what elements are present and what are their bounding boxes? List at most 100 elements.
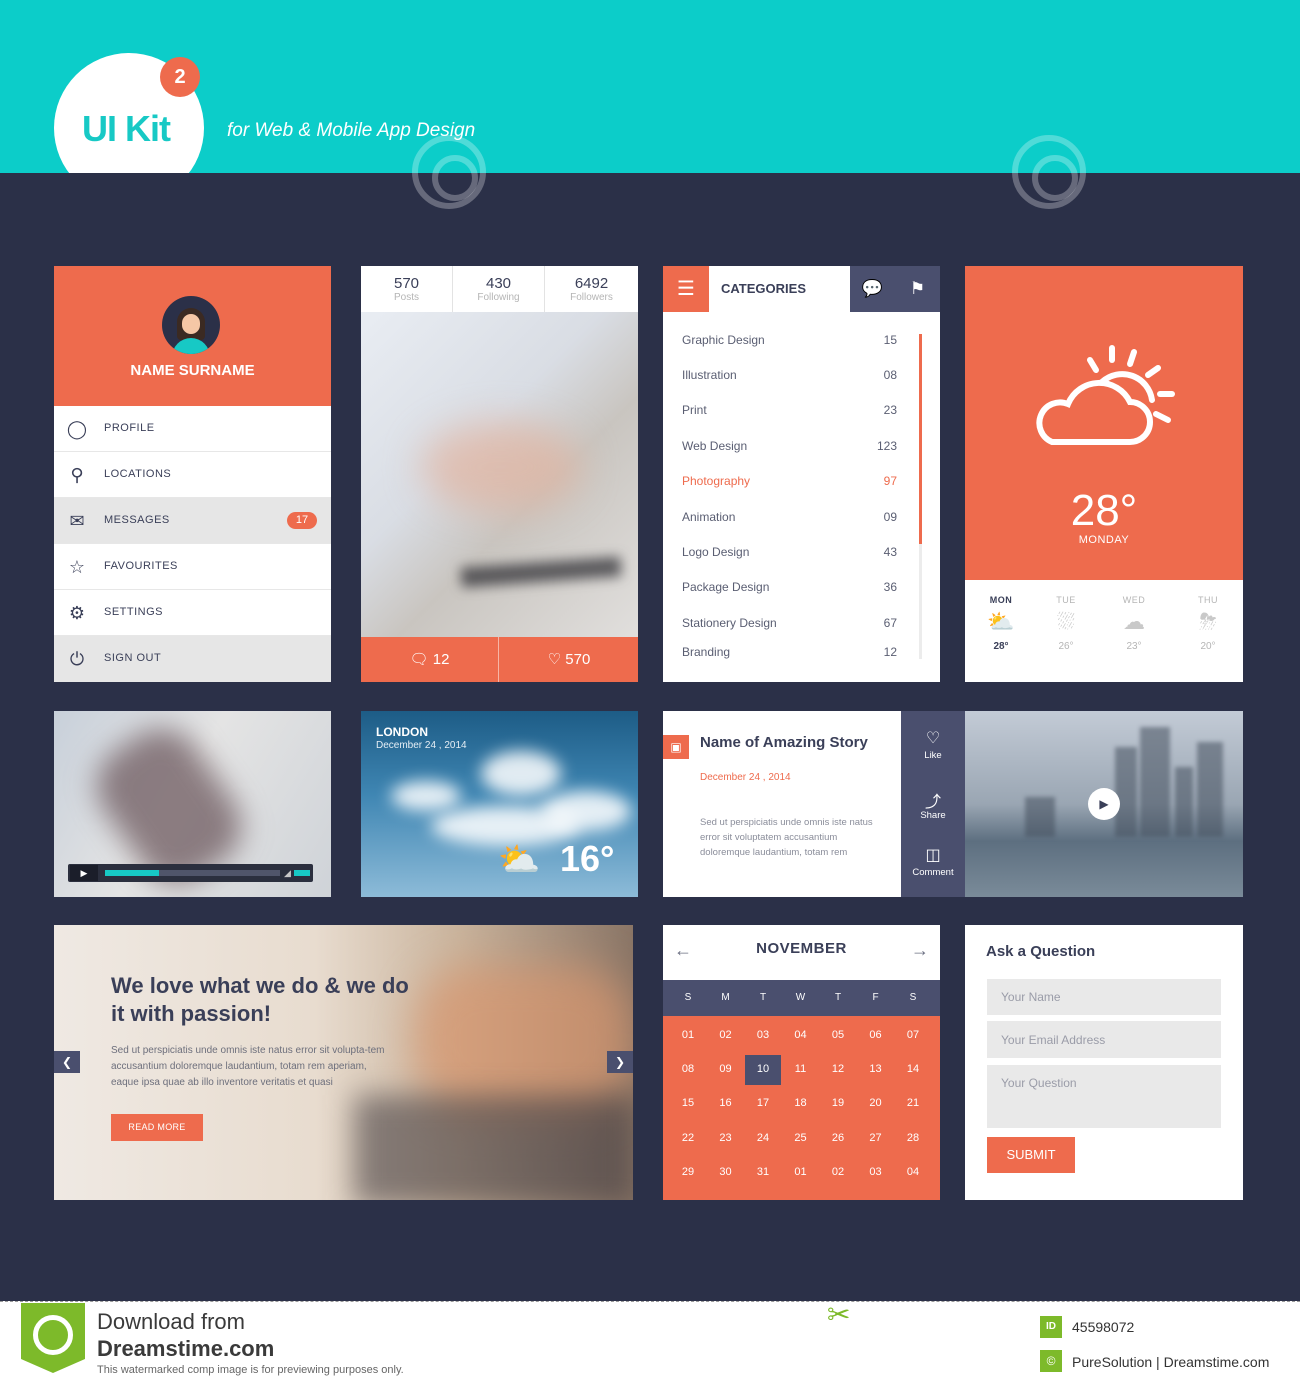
chevron-left-icon[interactable]: ❮ <box>54 1051 80 1073</box>
category-item[interactable]: Web Design 123 <box>682 439 897 459</box>
calendar-day[interactable]: 29 <box>673 1166 703 1178</box>
comments-button[interactable]: 🗨 12 <box>361 637 499 682</box>
calendar-day[interactable]: 26 <box>823 1132 853 1144</box>
calendar-day[interactable]: 31 <box>748 1166 778 1178</box>
calendar-day[interactable]: 11 <box>786 1063 816 1075</box>
list-icon[interactable]: ☰ <box>663 266 709 312</box>
category-item[interactable]: Animation 09 <box>682 510 897 530</box>
post-photo[interactable] <box>361 312 638 637</box>
like-button[interactable]: ♡ Like <box>901 728 965 761</box>
calendar-day[interactable]: 01 <box>786 1166 816 1178</box>
category-count: 67 <box>883 616 897 630</box>
calendar-day[interactable]: 25 <box>786 1132 816 1144</box>
category-item[interactable]: Package Design 36 <box>682 580 897 600</box>
calendar-day[interactable]: 24 <box>748 1132 778 1144</box>
play-button[interactable]: ▶ <box>70 865 98 881</box>
menu-item-profile[interactable]: ◯ PROFILE <box>54 406 331 452</box>
story-title[interactable]: Name of Amazing Story <box>700 733 880 752</box>
calendar-day[interactable]: 23 <box>711 1132 741 1144</box>
share-button[interactable]: ⤴ Share <box>901 788 965 821</box>
email-field[interactable] <box>987 1021 1221 1058</box>
power-icon: ⏻ <box>69 649 85 669</box>
scrollbar-thumb[interactable] <box>919 334 922 544</box>
menu-item-locations[interactable]: ⚲ LOCATIONS <box>54 452 331 498</box>
chat-icon[interactable]: 💬 <box>850 266 895 312</box>
stat-value: 570 <box>393 275 420 292</box>
story-date: December 24 , 2014 <box>700 772 791 783</box>
forecast-mon[interactable]: MON ⛅ 28° <box>971 595 1031 652</box>
likes-button[interactable]: ♡ 570 <box>500 637 638 682</box>
calendar-day[interactable]: 16 <box>711 1097 741 1109</box>
download-site: Dreamstime.com <box>97 1336 275 1361</box>
calendar-day[interactable]: 14 <box>898 1063 928 1075</box>
calendar-day[interactable]: 17 <box>748 1097 778 1109</box>
forecast-wed[interactable]: WED ☁ 23° <box>1104 595 1164 652</box>
category-item-selected[interactable]: Photography 97 <box>682 474 897 494</box>
bookmark-icon[interactable]: ⚑ <box>895 266 940 312</box>
volume-icon[interactable]: ◢ <box>284 865 294 881</box>
calendar-day[interactable]: 02 <box>823 1166 853 1178</box>
calendar-day[interactable]: 01 <box>673 1029 703 1041</box>
play-button[interactable]: ▶ <box>1088 788 1120 820</box>
stats-bar: 570 Posts 430 Following 6492 Followers <box>361 266 638 312</box>
menu-item-settings[interactable]: ⚙ SETTINGS <box>54 590 331 636</box>
calendar-day[interactable]: 27 <box>861 1132 891 1144</box>
calendar-day[interactable]: 08 <box>673 1063 703 1075</box>
calendar-day[interactable]: 04 <box>898 1166 928 1178</box>
calendar-day[interactable]: 07 <box>898 1029 928 1041</box>
calendar-day[interactable]: 19 <box>823 1097 853 1109</box>
calendar-day[interactable]: 04 <box>786 1029 816 1041</box>
calendar-day[interactable]: 12 <box>823 1063 853 1075</box>
category-item[interactable]: Logo Design 43 <box>682 545 897 565</box>
name-field[interactable] <box>987 979 1221 1015</box>
arrow-right-icon[interactable]: → <box>911 940 929 961</box>
calendar-day[interactable]: 03 <box>748 1029 778 1041</box>
calendar-day[interactable]: 10 <box>748 1063 778 1075</box>
calendar-day[interactable]: 05 <box>823 1029 853 1041</box>
menu-item-favourites[interactable]: ☆ FAVOURITES <box>54 544 331 590</box>
category-item[interactable]: Stationery Design 67 <box>682 616 897 636</box>
calendar-day[interactable]: 13 <box>861 1063 891 1075</box>
stat-followers[interactable]: 6492 Followers <box>545 266 638 312</box>
volume-level[interactable] <box>294 870 310 876</box>
stat-posts[interactable]: 570 Posts <box>361 266 453 312</box>
calendar-day[interactable]: 22 <box>673 1132 703 1144</box>
post-actions: 🗨 12 ♡ 570 <box>361 637 638 682</box>
forecast-day: THU <box>1198 595 1218 605</box>
read-more-button[interactable]: READ MORE <box>111 1114 203 1141</box>
calendar-day[interactable]: 20 <box>861 1097 891 1109</box>
stat-following[interactable]: 430 Following <box>453 266 545 312</box>
category-name: Animation <box>682 510 736 524</box>
stat-label: Followers <box>570 292 613 303</box>
calendar-day[interactable]: 21 <box>898 1097 928 1109</box>
like-label: Like <box>924 750 942 761</box>
category-item[interactable]: Graphic Design 15 <box>682 333 897 353</box>
heart-icon: ♡ <box>925 730 941 747</box>
calendar-day[interactable]: 18 <box>786 1097 816 1109</box>
question-field[interactable] <box>987 1065 1221 1128</box>
category-count: 36 <box>883 580 897 594</box>
menu-item-messages[interactable]: ✉ MESSAGES 17 <box>54 498 331 544</box>
category-item[interactable]: Branding 12 <box>682 645 897 665</box>
comment-button[interactable]: ◫ Comment <box>901 845 965 878</box>
calendar-day[interactable]: 30 <box>711 1166 741 1178</box>
menu-item-label: SIGN OUT <box>104 652 162 664</box>
chevron-right-icon[interactable]: ❯ <box>607 1051 633 1073</box>
category-count: 09 <box>883 510 897 524</box>
calendar-day[interactable]: 09 <box>711 1063 741 1075</box>
avatar[interactable] <box>162 296 220 354</box>
calendar-month: NOVEMBER <box>756 940 847 957</box>
category-item[interactable]: Illustration 08 <box>682 368 897 388</box>
calendar-day[interactable]: 15 <box>673 1097 703 1109</box>
calendar-day[interactable]: 28 <box>898 1132 928 1144</box>
calendar-day[interactable]: 06 <box>861 1029 891 1041</box>
forecast-temp: 28° <box>993 641 1009 652</box>
calendar-day[interactable]: 03 <box>861 1166 891 1178</box>
forecast-tue[interactable]: TUE ⛆ 26° <box>1036 595 1096 652</box>
forecast-thu[interactable]: THU ⛈ 20° <box>1178 595 1238 652</box>
watermark-notice: This watermarked comp image is for previ… <box>97 1364 404 1376</box>
menu-item-sign-out[interactable]: ⏻ SIGN OUT <box>54 636 331 682</box>
category-item[interactable]: Print 23 <box>682 403 897 423</box>
calendar-day[interactable]: 02 <box>711 1029 741 1041</box>
submit-button[interactable]: SUBMIT <box>987 1137 1075 1173</box>
